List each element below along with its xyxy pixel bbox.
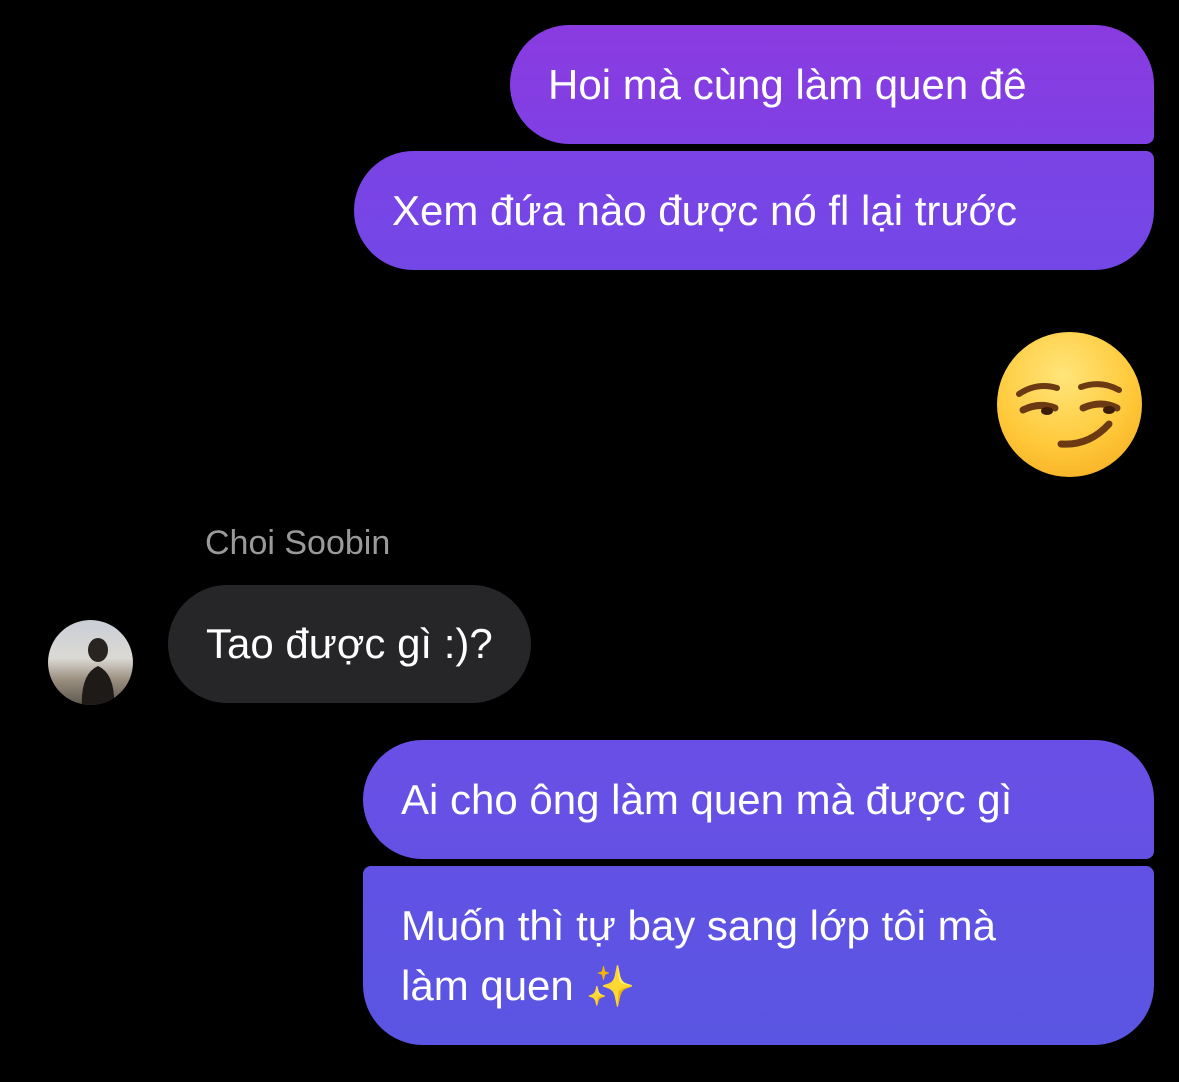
sent-message-bubble[interactable]: Muốn thì tự bay sang lớp tôi mà làm quen… <box>363 866 1154 1045</box>
message-text: Xem đứa nào được nó fl lại trước <box>392 186 1018 234</box>
sparkles-icon: ✨ <box>585 965 636 1009</box>
message-line: Muốn thì tự bay sang lớp tôi mà <box>401 902 996 949</box>
message-text: Muốn thì tự bay sang lớp tôi mà làm quen… <box>401 896 996 1017</box>
sent-message-bubble[interactable]: Xem đứa nào được nó fl lại trước <box>354 151 1154 270</box>
avatar[interactable] <box>48 620 133 705</box>
person-silhouette-icon <box>81 638 115 705</box>
smirking-face-icon <box>1016 381 1122 448</box>
smirking-face-emoji-icon[interactable] <box>997 332 1142 477</box>
sender-name: Choi Soobin <box>205 524 391 562</box>
received-message-bubble[interactable]: Tao được gì :)? <box>168 585 531 703</box>
message-text: Hoi mà cùng làm quen đê <box>548 60 1027 108</box>
message-line: làm quen <box>401 962 574 1009</box>
message-text: Tao được gì :)? <box>206 620 493 667</box>
sent-message-bubble[interactable]: Hoi mà cùng làm quen đê <box>510 25 1154 144</box>
sent-message-bubble[interactable]: Ai cho ông làm quen mà được gì <box>363 740 1154 859</box>
message-text: Ai cho ông làm quen mà được gì <box>401 775 1013 823</box>
